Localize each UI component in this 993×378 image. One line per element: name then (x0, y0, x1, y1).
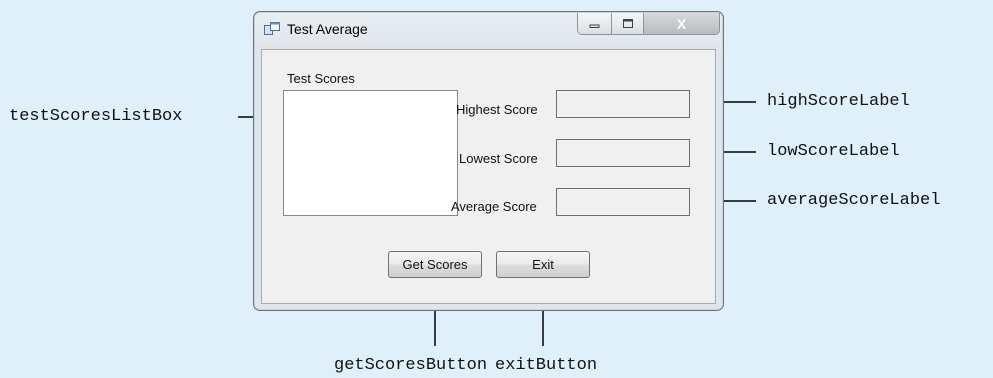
minimize-icon (589, 24, 599, 28)
test-scores-list-box[interactable] (283, 90, 458, 216)
form-client-area: Test Scores Highest Score Lowest Score A… (261, 49, 716, 304)
window-controls: X (577, 13, 720, 35)
highest-score-label: Highest Score (456, 102, 538, 117)
maximize-icon (622, 19, 633, 28)
callout-low-score-label: lowScoreLabel (767, 142, 900, 161)
lowest-score-label: Lowest Score (459, 151, 538, 166)
callout-average-score-label: averageScoreLabel (767, 191, 941, 210)
maximize-button[interactable] (612, 13, 644, 34)
callout-test-scores-list-box: testScoresListBox (9, 107, 183, 126)
average-score-label: Average Score (451, 199, 537, 214)
average-score-output (556, 188, 690, 216)
title-bar[interactable]: Test Average X (254, 12, 723, 46)
close-icon: X (676, 15, 687, 32)
high-score-output (556, 90, 690, 118)
window-title: Test Average (287, 21, 368, 37)
app-form-icon (264, 22, 280, 35)
exit-button[interactable]: Exit (496, 251, 590, 278)
callout-get-scores-button: getScoresButton (334, 356, 488, 375)
minimize-button[interactable] (578, 13, 612, 34)
test-average-window: Test Average X Test Scores Highest Score… (253, 11, 724, 311)
get-scores-button[interactable]: Get Scores (388, 251, 482, 278)
low-score-output (556, 139, 690, 167)
close-button[interactable]: X (644, 13, 719, 34)
callout-exit-button: exitButton (495, 356, 598, 375)
callout-high-score-label: highScoreLabel (767, 92, 910, 111)
test-scores-label: Test Scores (287, 71, 355, 86)
